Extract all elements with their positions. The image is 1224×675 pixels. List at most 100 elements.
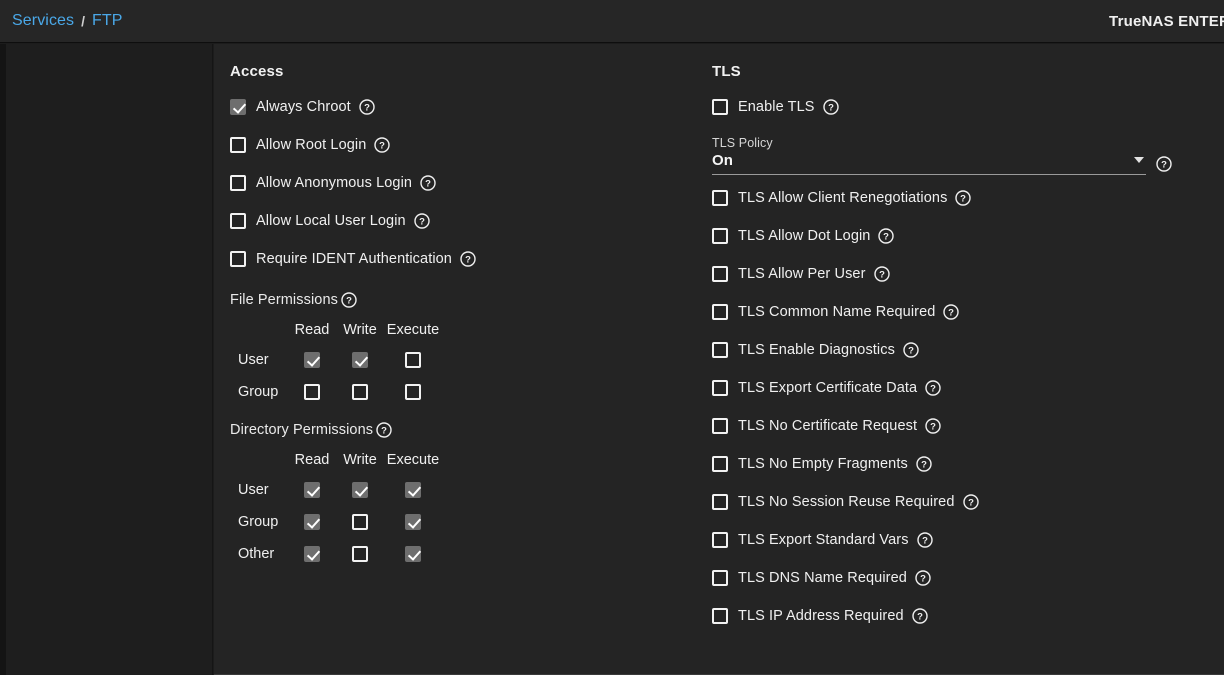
- checkbox-box[interactable]: [230, 251, 246, 267]
- checkbox-box[interactable]: [712, 456, 728, 472]
- checkbox-label: TLS IP Address Required: [738, 608, 904, 624]
- checkbox-allow-local-user-login[interactable]: Allow Local User Login ?: [230, 202, 700, 240]
- checkbox-box[interactable]: [230, 137, 246, 153]
- help-icon[interactable]: ?: [925, 418, 941, 434]
- checkbox-box[interactable]: [712, 608, 728, 624]
- checkbox-tls-enable-diagnostics[interactable]: TLS Enable Diagnostics ?: [712, 331, 1212, 369]
- checkbox-file-user-execute[interactable]: [405, 352, 421, 368]
- breadcrumb-separator: /: [81, 13, 85, 29]
- help-icon[interactable]: ?: [963, 494, 979, 510]
- checkbox-file-user-read[interactable]: [304, 352, 320, 368]
- svg-text:?: ?: [828, 103, 834, 114]
- checkbox-tls-common-name-required[interactable]: TLS Common Name Required ?: [712, 293, 1212, 331]
- checkbox-box[interactable]: [712, 304, 728, 320]
- checkbox-box[interactable]: [712, 570, 728, 586]
- help-icon[interactable]: ?: [1156, 156, 1172, 172]
- checkbox-tls-dns-name-required[interactable]: TLS DNS Name Required ?: [712, 559, 1212, 597]
- checkbox-require-ident-authentication[interactable]: Require IDENT Authentication ?: [230, 240, 700, 278]
- help-icon[interactable]: ?: [823, 99, 839, 115]
- svg-text:?: ?: [884, 232, 890, 243]
- svg-text:?: ?: [425, 179, 431, 190]
- checkbox-tls-export-certificate-data[interactable]: TLS Export Certificate Data ?: [712, 369, 1212, 407]
- checkbox-dir-group-execute[interactable]: [405, 514, 421, 530]
- help-icon[interactable]: ?: [874, 266, 890, 282]
- checkbox-dir-other-write[interactable]: [352, 546, 368, 562]
- checkbox-dir-user-write[interactable]: [352, 482, 368, 498]
- checkbox-box[interactable]: [712, 99, 728, 115]
- help-icon[interactable]: ?: [916, 456, 932, 472]
- help-icon[interactable]: ?: [903, 342, 919, 358]
- help-icon[interactable]: ?: [917, 532, 933, 548]
- checkbox-file-group-write[interactable]: [352, 384, 368, 400]
- svg-text:?: ?: [908, 346, 914, 357]
- checkbox-label: TLS DNS Name Required: [738, 570, 907, 586]
- tls-policy-field: TLS Policy On ?: [712, 136, 1172, 179]
- checkbox-box[interactable]: [712, 380, 728, 396]
- checkbox-tls-no-certificate-request[interactable]: TLS No Certificate Request ?: [712, 407, 1212, 445]
- checkbox-label: Allow Anonymous Login: [256, 175, 412, 191]
- checkbox-allow-root-login[interactable]: Allow Root Login ?: [230, 126, 700, 164]
- checkbox-box[interactable]: [230, 213, 246, 229]
- checkbox-tls-no-session-reuse-required[interactable]: TLS No Session Reuse Required ?: [712, 483, 1212, 521]
- breadcrumb-link-services[interactable]: Services: [12, 12, 74, 30]
- tls-column: TLS Enable TLS ? TLS Policy On ?: [712, 44, 1212, 635]
- grid-row-user: User: [230, 344, 700, 376]
- checkbox-box[interactable]: [712, 266, 728, 282]
- checkbox-box[interactable]: [712, 228, 728, 244]
- checkbox-tls-allow-client-renegotiations[interactable]: TLS Allow Client Renegotiations ?: [712, 179, 1212, 217]
- svg-text:?: ?: [465, 255, 471, 266]
- svg-text:?: ?: [921, 460, 927, 471]
- checkbox-dir-other-read[interactable]: [304, 546, 320, 562]
- checkbox-label: TLS No Empty Fragments: [738, 456, 908, 472]
- chevron-down-icon[interactable]: [1134, 157, 1144, 163]
- help-icon[interactable]: ?: [376, 422, 392, 438]
- breadcrumb-link-ftp[interactable]: FTP: [92, 12, 123, 30]
- checkbox-enable-tls[interactable]: Enable TLS ?: [712, 88, 1212, 126]
- checkbox-tls-ip-address-required[interactable]: TLS IP Address Required ?: [712, 597, 1212, 635]
- checkbox-tls-allow-per-user[interactable]: TLS Allow Per User ?: [712, 255, 1212, 293]
- help-icon[interactable]: ?: [955, 190, 971, 206]
- breadcrumb: Services / FTP: [0, 12, 123, 30]
- svg-text:?: ?: [917, 612, 923, 623]
- help-icon[interactable]: ?: [943, 304, 959, 320]
- checkbox-dir-user-read[interactable]: [304, 482, 320, 498]
- help-icon[interactable]: ?: [341, 292, 357, 308]
- checkbox-box[interactable]: [712, 532, 728, 548]
- grid-header-row: Read Write Execute: [230, 316, 700, 344]
- help-icon[interactable]: ?: [359, 99, 375, 115]
- help-icon[interactable]: ?: [915, 570, 931, 586]
- help-icon[interactable]: ?: [878, 228, 894, 244]
- checkbox-box[interactable]: [712, 494, 728, 510]
- checkbox-dir-other-execute[interactable]: [405, 546, 421, 562]
- checkbox-tls-no-empty-fragments[interactable]: TLS No Empty Fragments ?: [712, 445, 1212, 483]
- checkbox-file-group-execute[interactable]: [405, 384, 421, 400]
- directory-permissions-title: Directory Permissions: [230, 422, 373, 438]
- help-icon[interactable]: ?: [420, 175, 436, 191]
- help-icon[interactable]: ?: [925, 380, 941, 396]
- checkbox-label: TLS Allow Per User: [738, 266, 866, 282]
- directory-permissions-grid: Read Write Execute User Group: [230, 446, 700, 570]
- checkbox-box[interactable]: [712, 342, 728, 358]
- checkbox-dir-group-read[interactable]: [304, 514, 320, 530]
- help-icon[interactable]: ?: [414, 213, 430, 229]
- checkbox-always-chroot[interactable]: Always Chroot ?: [230, 88, 700, 126]
- help-icon[interactable]: ?: [374, 137, 390, 153]
- checkbox-box[interactable]: [230, 99, 246, 115]
- checkbox-box[interactable]: [230, 175, 246, 191]
- checkbox-file-user-write[interactable]: [352, 352, 368, 368]
- checkbox-dir-group-write[interactable]: [352, 514, 368, 530]
- grid-row-user: User: [230, 474, 700, 506]
- checkbox-box[interactable]: [712, 418, 728, 434]
- svg-text:?: ?: [879, 270, 885, 281]
- help-icon[interactable]: ?: [912, 608, 928, 624]
- svg-text:?: ?: [346, 296, 352, 307]
- checkbox-tls-allow-dot-login[interactable]: TLS Allow Dot Login ?: [712, 217, 1212, 255]
- checkbox-allow-anonymous-login[interactable]: Allow Anonymous Login ?: [230, 164, 700, 202]
- help-icon[interactable]: ?: [460, 251, 476, 267]
- checkbox-file-group-read[interactable]: [304, 384, 320, 400]
- checkbox-tls-export-standard-vars[interactable]: TLS Export Standard Vars ?: [712, 521, 1212, 559]
- checkbox-dir-user-execute[interactable]: [405, 482, 421, 498]
- checkbox-box[interactable]: [712, 190, 728, 206]
- tls-policy-select[interactable]: On: [712, 152, 1146, 175]
- app-root: Services / FTP TrueNAS ENTERPRISE Access…: [0, 0, 1224, 675]
